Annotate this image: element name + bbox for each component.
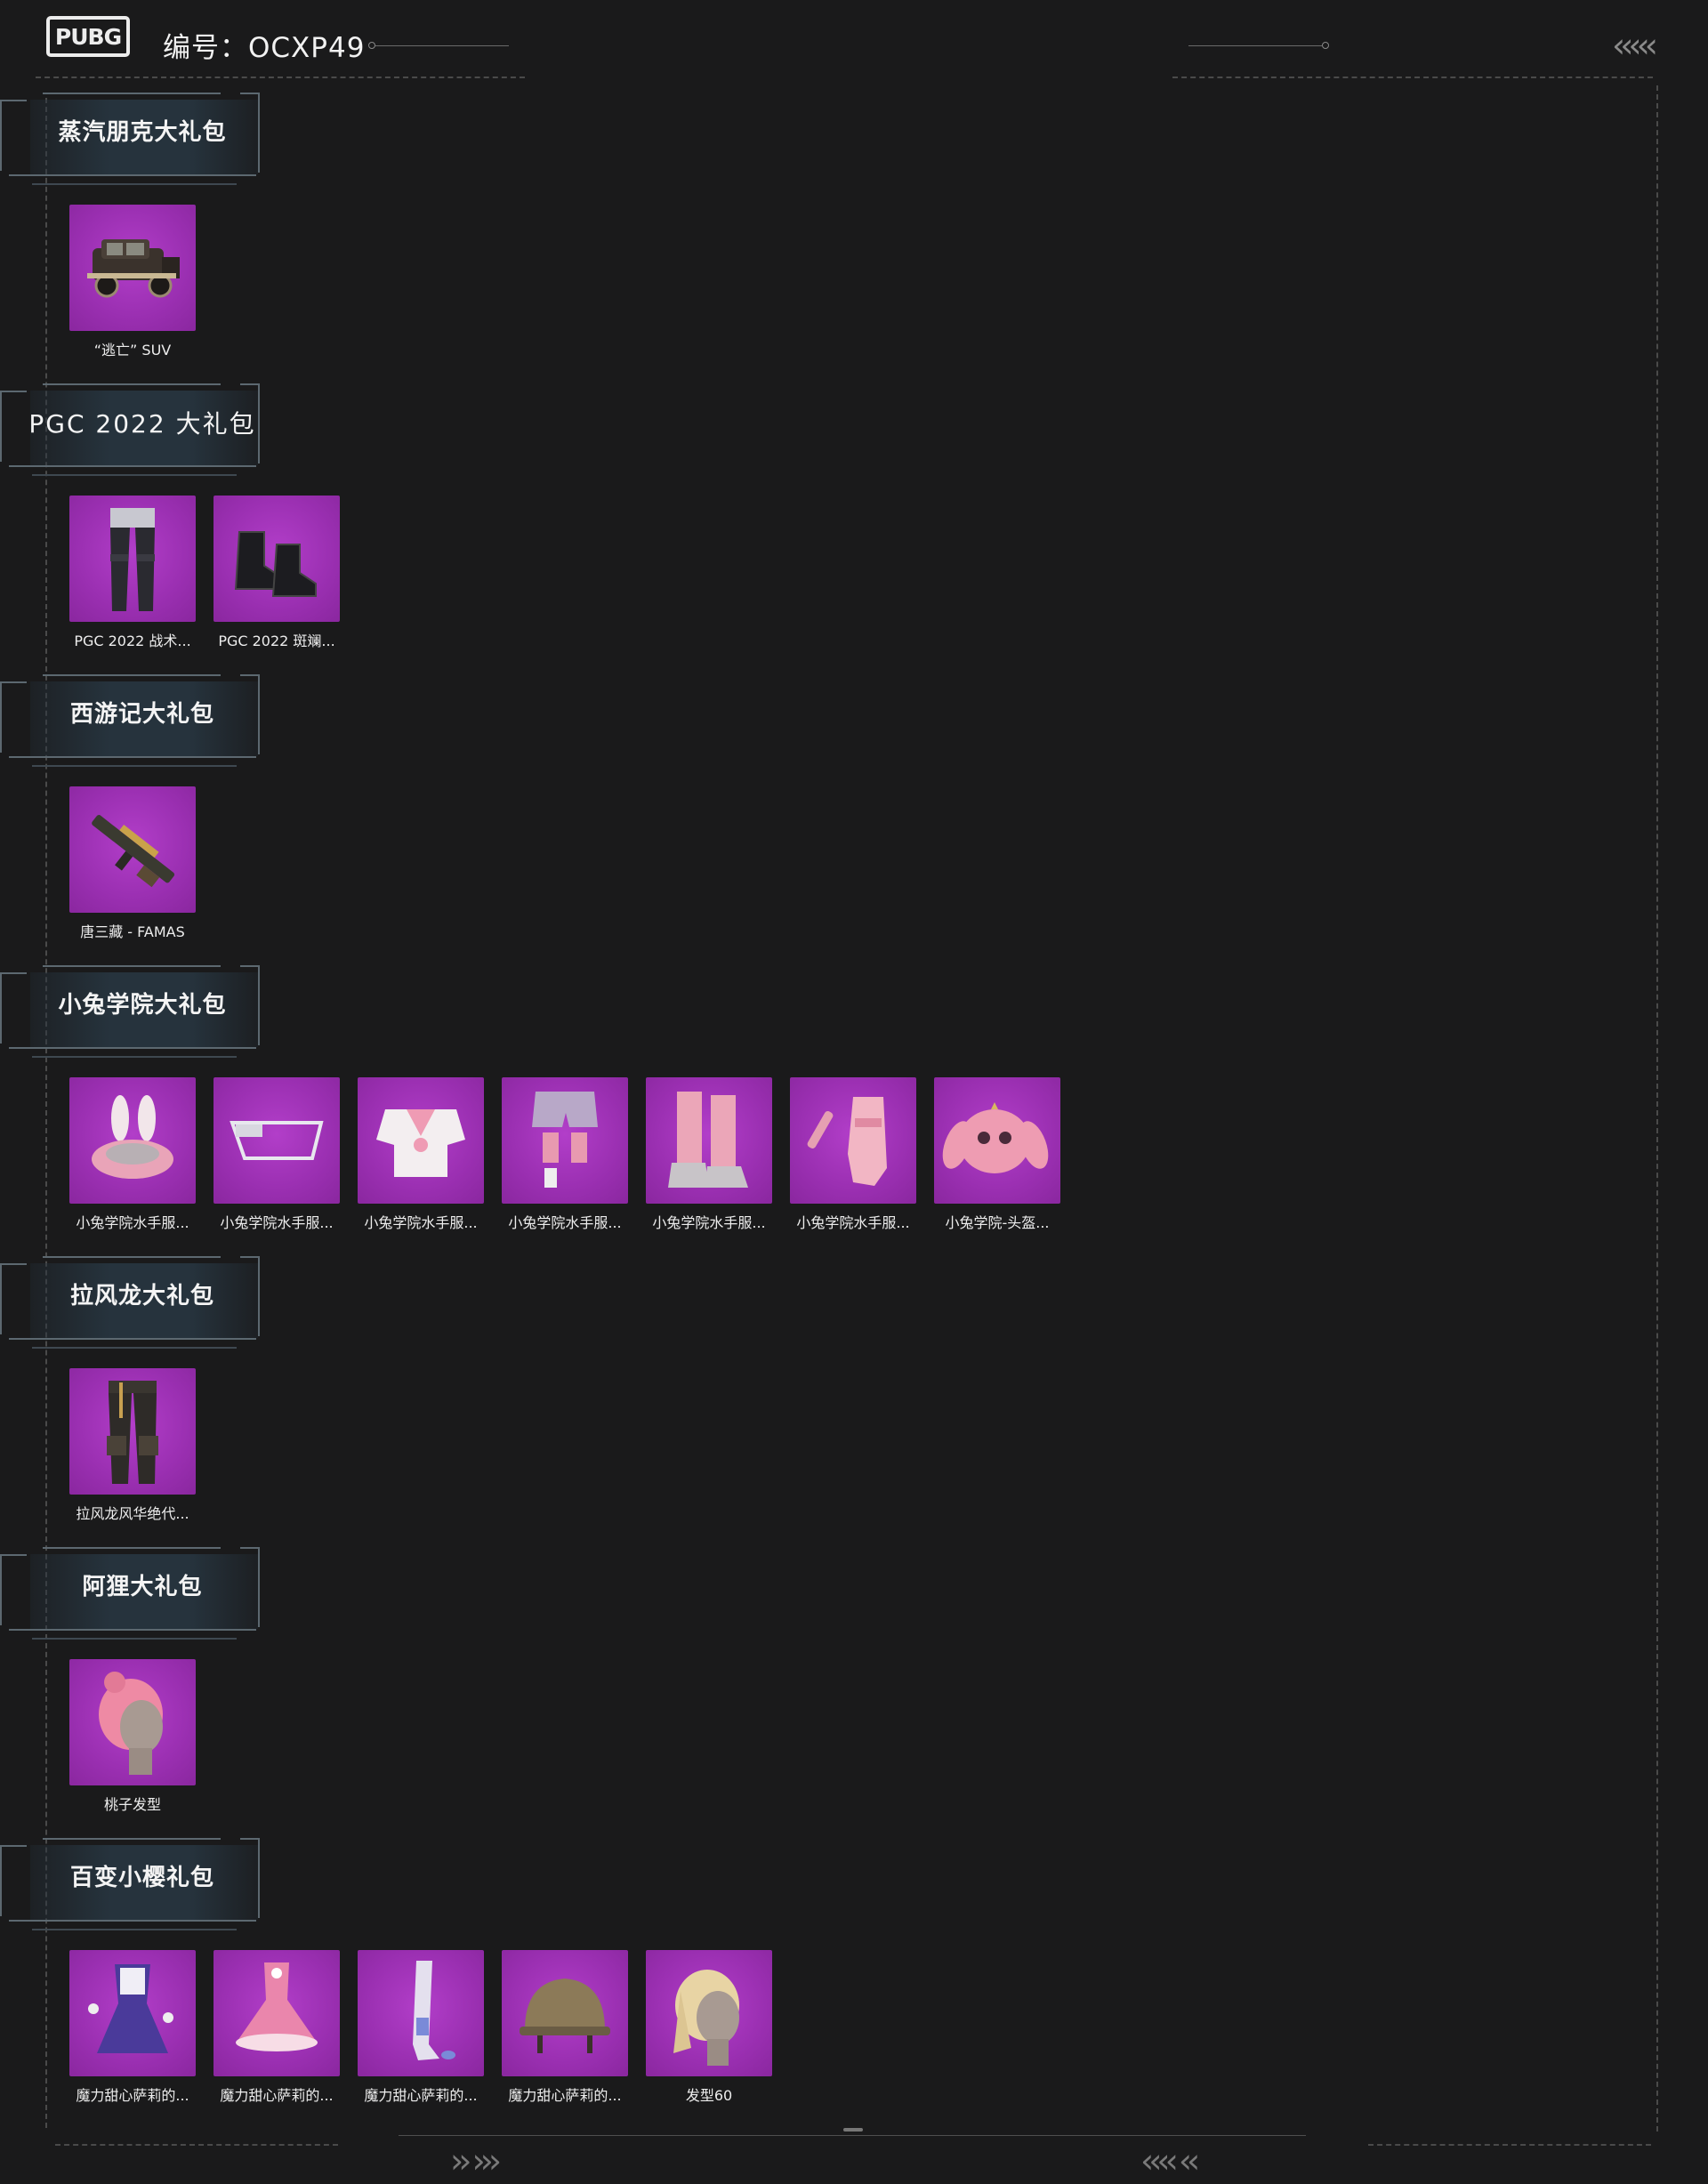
- helmet-icon: [502, 1950, 628, 2076]
- section-banner: 蒸汽朋克大礼包: [0, 89, 267, 189]
- item-card[interactable]: 小兔学院水手服...: [502, 1077, 628, 1232]
- bunny-hat-icon: [69, 1077, 196, 1204]
- item-card[interactable]: 小兔学院水手服...: [646, 1077, 772, 1232]
- frame-top-right: [1172, 77, 1653, 78]
- item-card[interactable]: 魔力甜心萨莉的...: [502, 1950, 628, 2105]
- item-label: 发型60: [685, 2087, 733, 2104]
- item-label: 桃子发型: [103, 1796, 161, 1813]
- item-label: 唐三藏 - FAMAS: [80, 923, 185, 940]
- section-banner: PGC 2022 大礼包: [0, 380, 267, 480]
- header-line-right: [1188, 45, 1322, 46]
- frame-right: [1656, 85, 1658, 2132]
- frame-bottom-left: [55, 2144, 338, 2146]
- pubg-logo: PUBG: [46, 16, 130, 57]
- stockings-icon: [358, 1950, 484, 2076]
- item-label: 小兔学院水手服...: [508, 1214, 622, 1231]
- section-banner: 百变小樱礼包: [0, 1834, 267, 1934]
- section-title: 小兔学院大礼包: [58, 992, 227, 1019]
- item-card[interactable]: 魔力甜心萨莉的...: [358, 1950, 484, 2105]
- pink-boots-icon: [646, 1077, 772, 1204]
- section-title: 拉风龙大礼包: [69, 1283, 214, 1310]
- item-label: 拉风龙风华绝代...: [76, 1505, 189, 1522]
- blonde-hair-icon: [646, 1950, 772, 2076]
- chevrons-right-icon: ›› ›››: [450, 2141, 502, 2180]
- item-card[interactable]: 小兔学院水手服...: [358, 1077, 484, 1232]
- item-label: 小兔学院水手服...: [220, 1214, 334, 1231]
- item-card[interactable]: 桃子发型: [69, 1659, 196, 1814]
- line-dot: [368, 42, 375, 49]
- item-label: 小兔学院水手服...: [652, 1214, 766, 1231]
- section-title: PGC 2022 大礼包: [28, 409, 256, 439]
- item-label: “逃亡” SUV: [93, 342, 172, 359]
- gloves-icon: [790, 1077, 916, 1204]
- item-label: 魔力甜心萨莉的...: [220, 2087, 334, 2104]
- sailor-top-icon: [358, 1077, 484, 1204]
- header-line-left: [375, 45, 509, 46]
- tactical-pants-icon: [69, 496, 196, 622]
- item-card[interactable]: 小兔学院-头盔...: [934, 1077, 1060, 1232]
- section-title: 阿狸大礼包: [82, 1574, 203, 1600]
- item-label: 魔力甜心萨莉的...: [364, 2087, 478, 2104]
- shorts-icon: [502, 1077, 628, 1204]
- item-card[interactable]: “逃亡” SUV: [69, 205, 196, 359]
- item-label: PGC 2022 斑斓...: [218, 633, 335, 649]
- pink-dress-icon: [214, 1950, 340, 2076]
- item-label: 魔力甜心萨莉的...: [508, 2087, 622, 2104]
- item-card[interactable]: 唐三藏 - FAMAS: [69, 786, 196, 941]
- line-dot: [1322, 42, 1329, 49]
- item-card[interactable]: 拉风龙风华绝代...: [69, 1368, 196, 1523]
- dress-icon: [69, 1950, 196, 2076]
- item-card[interactable]: 小兔学院水手服...: [214, 1077, 340, 1232]
- item-card[interactable]: PGC 2022 战术...: [69, 496, 196, 650]
- boots-icon: [214, 496, 340, 622]
- section-title: 百变小樱礼包: [69, 1865, 214, 1891]
- mask-icon: [214, 1077, 340, 1204]
- rifle-icon: [69, 786, 196, 913]
- item-card[interactable]: 魔力甜心萨莉的...: [69, 1950, 196, 2105]
- cargo-pants-icon: [69, 1368, 196, 1495]
- chevrons-left-icon: ‹‹‹‹ ‹‹: [1140, 2141, 1200, 2180]
- section-title: 蒸汽朋克大礼包: [58, 119, 227, 146]
- section-banner: 阿狸大礼包: [0, 1543, 267, 1643]
- frame-bottom-right: [1368, 2144, 1651, 2146]
- chevrons-left-icon: ‹‹‹‹‹: [1612, 26, 1658, 65]
- item-card[interactable]: PGC 2022 斑斓...: [214, 496, 340, 650]
- item-card[interactable]: 魔力甜心萨莉的...: [214, 1950, 340, 2105]
- item-label: PGC 2022 战术...: [74, 633, 191, 649]
- vintage-car-icon: [69, 205, 196, 331]
- section-banner: 小兔学院大礼包: [0, 962, 267, 1061]
- item-label: 小兔学院-头盔...: [945, 1214, 1050, 1231]
- item-card[interactable]: 小兔学院水手服...: [69, 1077, 196, 1232]
- item-label: 小兔学院水手服...: [76, 1214, 189, 1231]
- section-title: 西游记大礼包: [69, 701, 214, 728]
- bunny-helmet-icon: [934, 1077, 1060, 1204]
- item-label: 小兔学院水手服...: [364, 1214, 478, 1231]
- section-banner: 西游记大礼包: [0, 671, 267, 770]
- logo-text: PUBG: [54, 23, 122, 50]
- item-card[interactable]: 小兔学院水手服...: [790, 1077, 916, 1232]
- frame-bottom-line: [399, 2135, 1306, 2136]
- pink-hair-icon: [69, 1659, 196, 1785]
- item-label: 魔力甜心萨莉的...: [76, 2087, 189, 2104]
- serial-number: 编号：OCXP49: [163, 32, 366, 64]
- bottom-handle: [843, 2128, 863, 2132]
- section-banner: 拉风龙大礼包: [0, 1253, 267, 1352]
- item-label: 小兔学院水手服...: [796, 1214, 910, 1231]
- item-card[interactable]: 发型60: [646, 1950, 772, 2105]
- frame-top-left: [36, 77, 525, 78]
